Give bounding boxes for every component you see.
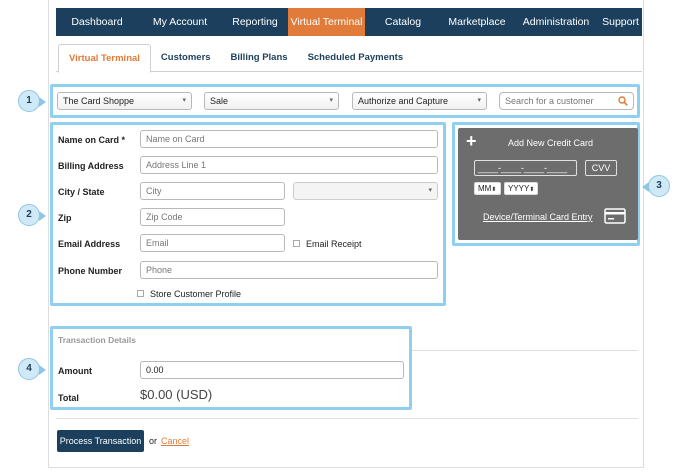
- email-input[interactable]: Email: [140, 234, 285, 252]
- chevron-down-icon: ▾: [428, 187, 432, 194]
- search-placeholder: Search for a customer: [505, 96, 594, 106]
- sub-tabs: Virtual Terminal Customers Billing Plans…: [56, 44, 642, 73]
- merchant-select-value: The Card Shoppe: [63, 96, 135, 106]
- chevron-down-icon: ▾: [329, 97, 333, 104]
- callout-marker-1: 1: [18, 90, 46, 112]
- card-number-input[interactable]: ____-____-____-____: [474, 160, 577, 176]
- expiry-month-value: MM: [478, 184, 492, 193]
- email-receipt-label: Email Receipt: [306, 239, 362, 249]
- merchant-select[interactable]: The Card Shoppe ▾: [57, 92, 192, 110]
- email-receipt-checkbox[interactable]: [293, 240, 300, 247]
- expiry-year-select[interactable]: YYYY⬍: [504, 182, 538, 195]
- zip-label: Zip: [58, 213, 72, 223]
- credit-card-panel: + Add New Credit Card ____-____-____-___…: [458, 128, 638, 240]
- customer-search-input[interactable]: Search for a customer: [499, 92, 634, 110]
- callout-marker-2: 2: [18, 204, 46, 226]
- nav-reporting[interactable]: Reporting: [222, 8, 288, 36]
- billing-address-input[interactable]: Address Line 1: [140, 156, 438, 174]
- state-select[interactable]: ▾: [293, 182, 438, 200]
- tab-virtual-terminal[interactable]: Virtual Terminal: [58, 44, 151, 73]
- tab-scheduled-payments[interactable]: Scheduled Payments: [298, 44, 414, 72]
- stepper-icon: ⬍: [529, 187, 535, 193]
- top-nav: Dashboard My Account Reporting Virtual T…: [56, 8, 642, 36]
- nav-dashboard[interactable]: Dashboard: [56, 8, 138, 36]
- stepper-icon: ⬍: [491, 187, 497, 193]
- nav-my-account[interactable]: My Account: [138, 8, 222, 36]
- tab-customers[interactable]: Customers: [151, 44, 221, 72]
- search-icon: [618, 96, 628, 106]
- nav-catalog[interactable]: Catalog: [365, 8, 441, 36]
- zip-input[interactable]: Zip Code: [140, 208, 285, 226]
- phone-label: Phone Number: [58, 266, 123, 276]
- nav-marketplace[interactable]: Marketplace: [441, 8, 513, 36]
- capture-mode-select[interactable]: Authorize and Capture ▾: [352, 92, 487, 110]
- capture-mode-value: Authorize and Capture: [358, 96, 449, 106]
- nav-support[interactable]: Support: [599, 8, 642, 36]
- process-transaction-button[interactable]: Process Transaction: [57, 430, 144, 452]
- amount-input[interactable]: 0.00: [140, 361, 404, 379]
- store-profile-checkbox[interactable]: [137, 290, 144, 297]
- transaction-type-value: Sale: [210, 96, 229, 106]
- divider: [56, 418, 638, 419]
- phone-input[interactable]: Phone: [140, 261, 438, 279]
- city-state-label: City / State: [58, 187, 105, 197]
- device-entry-link[interactable]: Device/Terminal Card Entry: [483, 212, 593, 222]
- callout-marker-3: 3: [642, 175, 670, 197]
- or-text: or: [149, 436, 158, 446]
- city-input[interactable]: City: [140, 182, 285, 200]
- credit-card-icon[interactable]: [604, 208, 626, 224]
- tab-billing-plans[interactable]: Billing Plans: [221, 44, 298, 72]
- nav-administration[interactable]: Administration: [513, 8, 599, 36]
- total-value: $0.00 (USD): [140, 387, 213, 402]
- chevron-down-icon: ▾: [477, 97, 481, 104]
- expiry-month-select[interactable]: MM⬍: [474, 182, 501, 195]
- cancel-link[interactable]: Cancel: [161, 436, 189, 446]
- store-profile-label: Store Customer Profile: [150, 289, 242, 299]
- plus-icon[interactable]: +: [466, 131, 477, 152]
- transaction-details-header: Transaction Details: [58, 335, 136, 345]
- email-label: Email Address: [58, 239, 121, 249]
- billing-address-label: Billing Address: [58, 161, 124, 171]
- divider: [412, 350, 638, 351]
- callout-marker-4: 4: [18, 358, 46, 380]
- total-label: Total: [58, 393, 79, 403]
- amount-label: Amount: [58, 366, 92, 376]
- expiry-year-value: YYYY: [508, 184, 530, 193]
- transaction-type-select[interactable]: Sale ▾: [204, 92, 339, 110]
- add-card-title: Add New Credit Card: [508, 138, 594, 148]
- name-on-card-label: Name on Card *: [58, 135, 126, 145]
- chevron-down-icon: ▾: [182, 97, 186, 104]
- nav-virtual-terminal[interactable]: Virtual Terminal: [288, 8, 365, 36]
- cvv-input[interactable]: CVV: [585, 160, 617, 176]
- name-on-card-input[interactable]: Name on Card: [140, 130, 438, 148]
